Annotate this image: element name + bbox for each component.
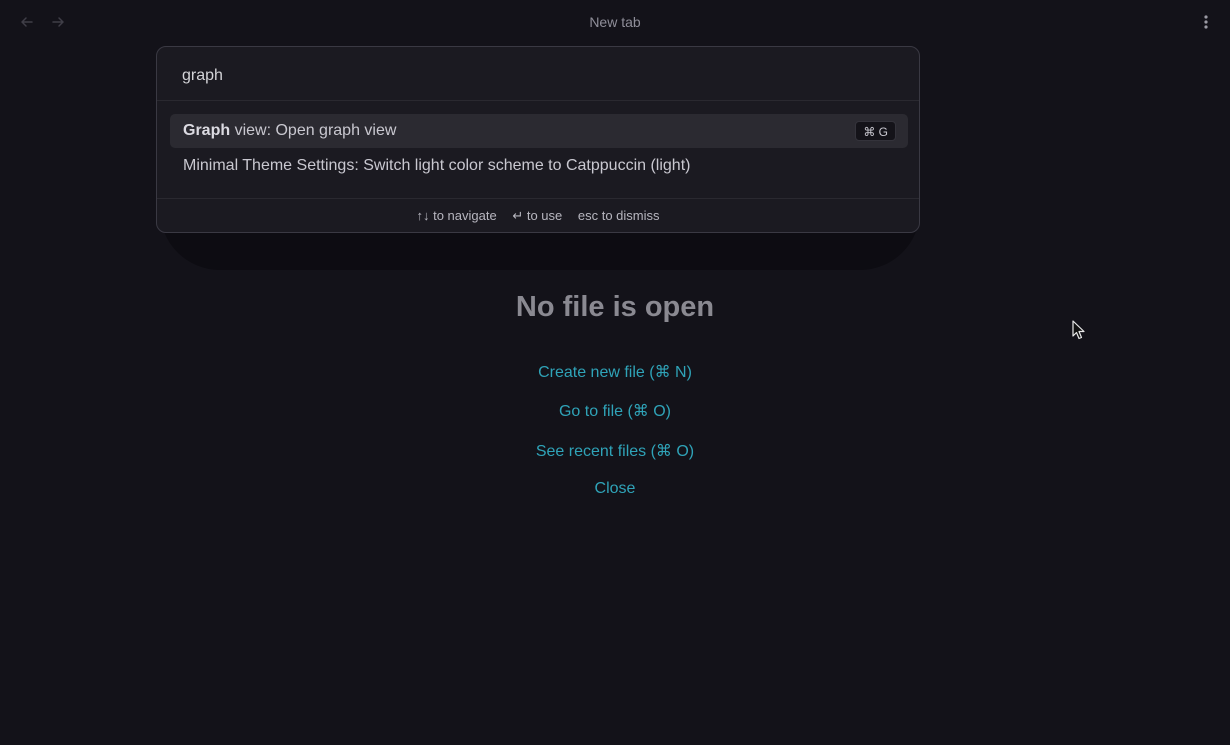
command-search-input[interactable] [182,65,882,87]
use-hint: ↵ to use [512,208,563,223]
see-recent-files-link[interactable]: See recent files (⌘ O) [0,441,1230,461]
more-options-button[interactable] [1196,12,1216,32]
empty-state-title: No file is open [515,291,715,323]
dismiss-hint: esc to dismiss [577,208,660,223]
go-to-file-link[interactable]: Go to file (⌘ O) [0,401,1230,421]
close-link[interactable]: Close [0,480,1230,498]
mouse-pointer-icon [1072,320,1085,340]
hotkey-badge: ⌘ G [855,121,896,141]
footer-divider [157,198,919,199]
suggestion-item-theme-settings[interactable]: Minimal Theme Settings: Switch light col… [170,149,908,183]
title-bar: New tab [0,0,1230,44]
palette-footer: ↑↓ to navigate ↵ to use esc to dismiss [157,208,919,224]
command-palette: Graph view: Open graph view ⌘ G Minimal … [156,46,920,233]
more-vertical-icon [1204,15,1208,29]
suggestion-item-graph-view[interactable]: Graph view: Open graph view ⌘ G [170,114,908,148]
suggestion-label: view: Open graph view [230,122,397,139]
suggestion-match-text: Graph [183,122,231,139]
tab-title: New tab [589,14,641,30]
palette-divider [157,100,919,101]
navigate-hint: ↑↓ to navigate [416,208,497,223]
suggestion-label: Minimal Theme Settings: Switch light col… [183,157,691,174]
create-new-file-link[interactable]: Create new file (⌘ N) [0,362,1230,382]
